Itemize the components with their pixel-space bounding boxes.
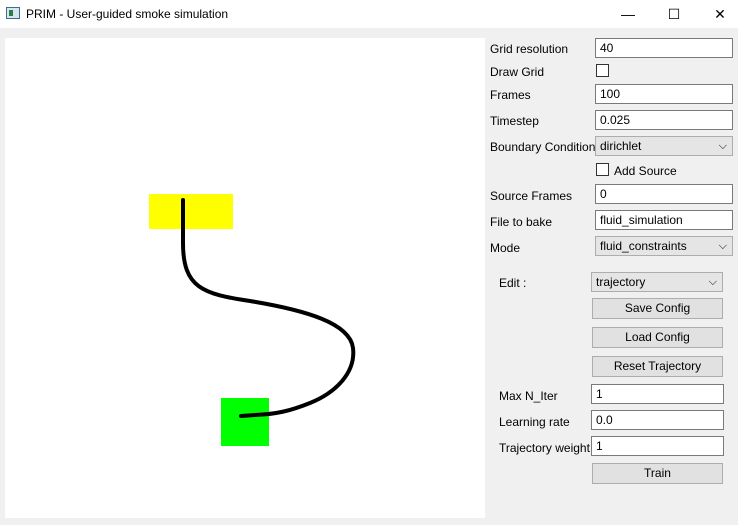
max-n-iter-input[interactable]: 1: [591, 384, 724, 404]
chevron-down-icon: ⌵: [718, 240, 727, 252]
chevron-down-icon: ⌵: [718, 140, 727, 152]
app-icon: [6, 7, 20, 19]
chevron-down-icon: ⌵: [708, 276, 717, 288]
timestep-label: Timestep: [490, 114, 539, 128]
simulation-canvas[interactable]: [5, 38, 485, 518]
source-frames-input[interactable]: 0: [595, 184, 733, 204]
title-bar: PRIM - User-guided smoke simulation — ☐ …: [0, 0, 738, 28]
source-rectangle[interactable]: [149, 194, 233, 229]
frames-label: Frames: [490, 88, 531, 102]
file-to-bake-input[interactable]: fluid_simulation: [595, 210, 733, 230]
edit-value: trajectory: [596, 275, 646, 289]
edit-select[interactable]: trajectory ⌵: [591, 272, 723, 292]
trajectory-path[interactable]: [181, 198, 356, 418]
frames-input[interactable]: 100: [595, 84, 733, 104]
mode-select[interactable]: fluid_constraints ⌵: [595, 236, 733, 256]
maximize-button[interactable]: ☐: [651, 0, 697, 28]
grid-resolution-label: Grid resolution: [490, 42, 569, 56]
close-icon: ✕: [714, 5, 726, 22]
target-square[interactable]: [221, 398, 269, 446]
train-button[interactable]: Train: [592, 463, 723, 484]
trajectory-weight-input[interactable]: 1: [591, 436, 724, 456]
timestep-input[interactable]: 0.025: [595, 110, 733, 130]
reset-trajectory-button[interactable]: Reset Trajectory: [592, 356, 723, 377]
boundary-conditions-select[interactable]: dirichlet ⌵: [595, 136, 733, 156]
boundary-conditions-value: dirichlet: [600, 139, 642, 153]
boundary-conditions-label: Boundary Conditions: [490, 140, 602, 154]
save-config-button[interactable]: Save Config: [592, 298, 723, 319]
mode-label: Mode: [490, 241, 521, 255]
learning-rate-label: Learning rate: [499, 415, 570, 429]
minimize-button[interactable]: —: [605, 0, 651, 28]
max-n-iter-label: Max N_Iter: [499, 389, 558, 403]
trajectory-weight-label: Trajectory weight: [499, 441, 590, 455]
edit-label: Edit :: [499, 276, 527, 290]
close-button[interactable]: ✕: [697, 0, 738, 28]
add-source-checkbox[interactable]: [596, 163, 609, 176]
file-to-bake-label: File to bake: [490, 215, 553, 229]
window-title: PRIM - User-guided smoke simulation: [26, 7, 229, 21]
mode-value: fluid_constraints: [600, 239, 687, 253]
draw-grid-label: Draw Grid: [490, 65, 545, 79]
learning-rate-input[interactable]: 0.0: [591, 410, 724, 430]
add-source-label: Add Source: [614, 164, 677, 178]
source-frames-label: Source Frames: [490, 189, 573, 203]
load-config-button[interactable]: Load Config: [592, 327, 723, 348]
maximize-icon: ☐: [667, 5, 681, 22]
draw-grid-checkbox[interactable]: [596, 64, 609, 77]
grid-resolution-input[interactable]: 40: [595, 38, 733, 58]
minimize-icon: —: [621, 6, 635, 22]
